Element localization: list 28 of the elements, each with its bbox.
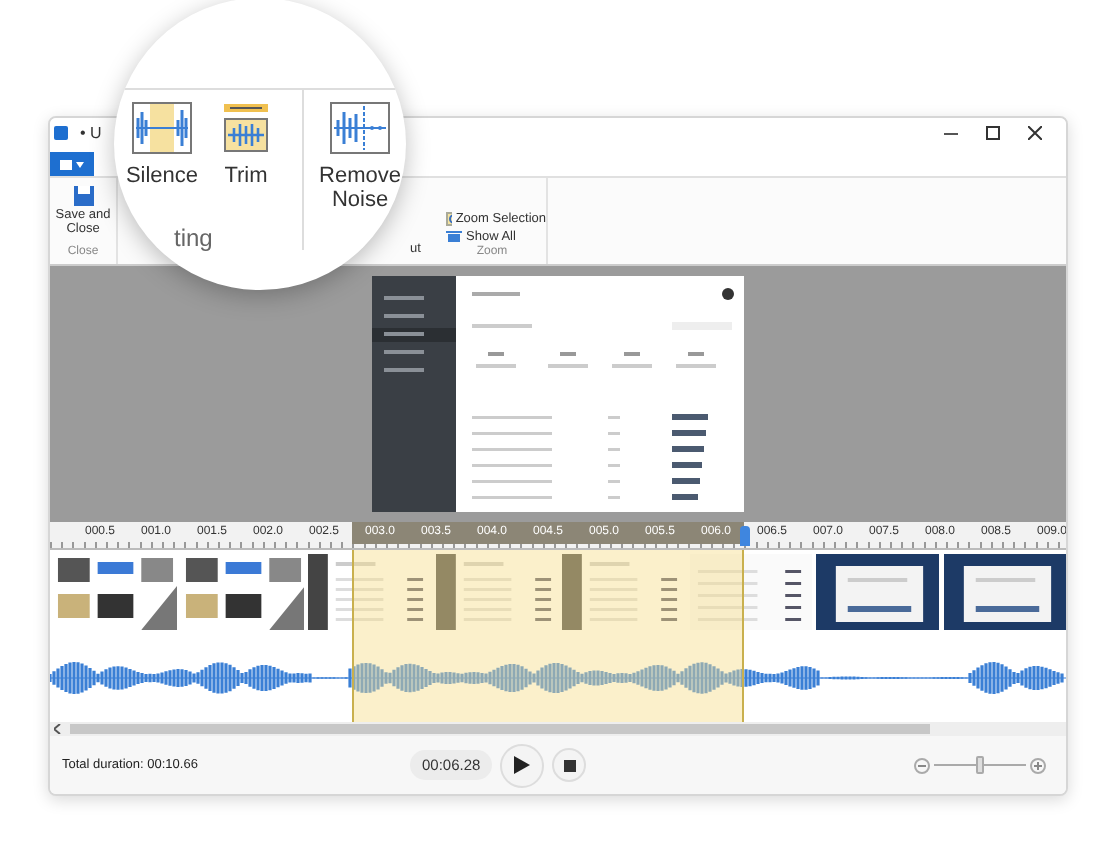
- stop-icon: [563, 759, 576, 771]
- expand-view-icon: [446, 230, 462, 244]
- scrollbar-thumb[interactable]: [70, 724, 930, 734]
- trim-button[interactable]: Trim: [202, 90, 290, 189]
- noise-waveform-icon: [330, 102, 390, 154]
- zoom-out-icon[interactable]: [914, 757, 930, 773]
- play-button[interactable]: [500, 743, 545, 787]
- file-menu-button[interactable]: [50, 152, 94, 176]
- zoom-in-icon[interactable]: [1030, 757, 1046, 773]
- close-icon[interactable]: [1028, 125, 1042, 139]
- group-label: ting: [174, 224, 213, 252]
- window-title: • U: [80, 123, 104, 141]
- silence-waveform-icon: [132, 102, 192, 154]
- trim-waveform-icon: [222, 102, 270, 154]
- app-icon: [54, 125, 68, 139]
- stop-button[interactable]: [552, 748, 587, 782]
- remove-noise-button[interactable]: Remove Noise: [316, 90, 404, 213]
- magnifier-icon: [446, 212, 452, 226]
- slider-thumb[interactable]: [976, 756, 984, 774]
- maximize-icon[interactable]: [986, 125, 1000, 139]
- play-icon: [514, 756, 531, 774]
- scroll-left-icon[interactable]: [54, 724, 62, 734]
- caret-icon: [76, 161, 84, 167]
- silence-button[interactable]: Silence: [122, 90, 202, 189]
- playhead-marker[interactable]: [740, 526, 750, 546]
- photo-grid-drawing: [54, 554, 177, 630]
- window-icon: [60, 159, 72, 169]
- photo-grid-drawing: [181, 554, 304, 630]
